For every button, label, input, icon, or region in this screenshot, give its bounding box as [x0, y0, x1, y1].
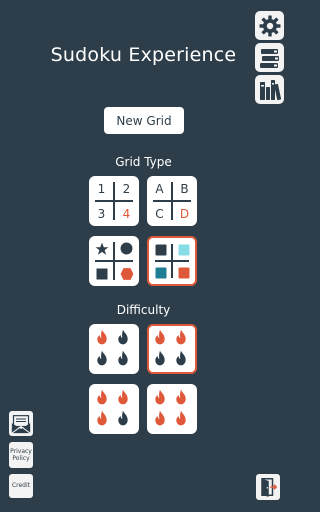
grid-type-shapes[interactable] — [89, 236, 139, 286]
flame-icon — [176, 350, 186, 366]
grid-type-label: Grid Type — [115, 155, 172, 169]
color-square-icon — [149, 238, 172, 261]
library-button[interactable] — [255, 43, 284, 72]
flame-icon — [176, 329, 186, 345]
flame-icon — [155, 350, 165, 366]
grid-type-letters[interactable]: A B C D — [147, 176, 197, 226]
difficulty-level-3[interactable] — [89, 384, 139, 434]
flame-icon — [97, 410, 107, 426]
flame-icon — [97, 329, 107, 345]
grid-cell: B — [180, 181, 189, 196]
flame-icon — [155, 410, 165, 426]
gear-icon — [259, 15, 280, 36]
grid-cell: 3 — [97, 206, 106, 221]
grid-cell: 2 — [122, 181, 131, 196]
color-square-icon — [149, 261, 172, 284]
grid-cell: D — [179, 206, 190, 221]
flame-icon — [176, 410, 186, 426]
books-icon — [259, 48, 279, 68]
grid-type-colors[interactable] — [147, 236, 197, 286]
flame-icon — [118, 329, 128, 345]
contact-button[interactable] — [9, 411, 33, 436]
grid-cell: A — [155, 181, 164, 196]
star-icon — [89, 236, 114, 261]
flame-icon — [97, 389, 107, 405]
difficulty-level-4[interactable] — [147, 384, 197, 434]
hexagon-icon — [114, 261, 139, 286]
credit-button[interactable]: Credit — [9, 474, 33, 498]
color-square-icon — [172, 261, 195, 284]
exit-button[interactable] — [256, 474, 280, 500]
envelope-icon — [11, 414, 31, 434]
difficulty-label: Difficulty — [116, 303, 171, 317]
grid-type-numbers[interactable]: 1 2 3 4 — [89, 176, 139, 226]
flame-icon — [155, 329, 165, 345]
privacy-policy-button[interactable]: Privacy Policy — [9, 442, 33, 468]
difficulty-level-2[interactable] — [147, 324, 197, 374]
grid-cell: C — [155, 206, 164, 221]
flame-icon — [118, 389, 128, 405]
flame-icon — [118, 350, 128, 366]
grid-cell: 1 — [97, 181, 106, 196]
square-icon — [89, 261, 114, 286]
app-title: Sudoku Experience — [50, 44, 237, 66]
flame-icon — [176, 389, 186, 405]
flame-icon — [155, 389, 165, 405]
color-square-icon — [172, 238, 195, 261]
difficulty-level-1[interactable] — [89, 324, 139, 374]
settings-button[interactable] — [255, 11, 284, 40]
new-grid-button[interactable]: New Grid — [104, 107, 184, 134]
flame-icon — [118, 410, 128, 426]
exit-door-icon — [261, 478, 277, 497]
stats-button[interactable] — [255, 75, 284, 104]
flame-icon — [97, 350, 107, 366]
bookshelf-icon — [259, 79, 281, 100]
grid-cell: 4 — [122, 206, 131, 221]
circle-icon — [114, 236, 139, 261]
